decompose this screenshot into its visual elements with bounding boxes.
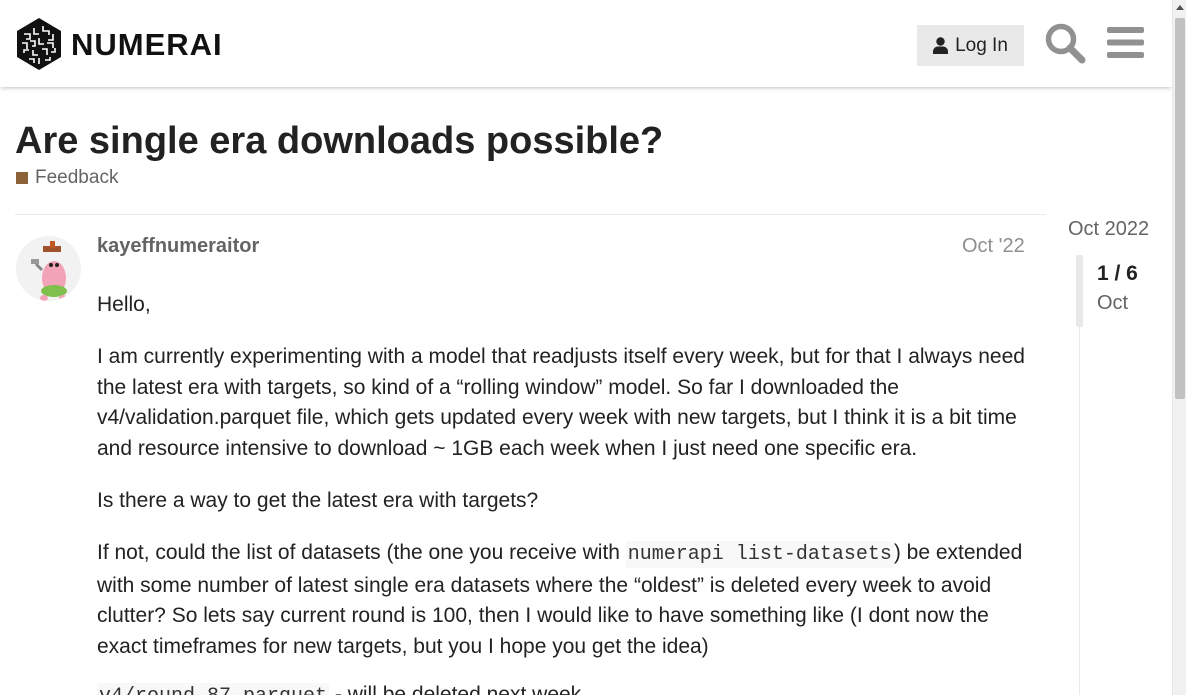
topic-title[interactable]: Are single era downloads possible?	[15, 120, 663, 163]
timeline-position: 1 / 6	[1097, 262, 1138, 285]
login-label: Log In	[955, 34, 1008, 56]
category-color-swatch	[16, 172, 28, 184]
scroll-up-arrow-icon[interactable]	[1176, 5, 1184, 10]
post-username[interactable]: kayeffnumeraitor	[97, 235, 259, 258]
post-paragraph: Is there a way to get the latest era wit…	[97, 489, 539, 512]
post-paragraph: I am currently experimenting with a mode…	[97, 345, 1025, 460]
logo-wordmark: NUMERAI	[71, 27, 223, 62]
avatar-image	[16, 236, 81, 301]
post-paragraph: Hello,	[97, 293, 151, 316]
category-label: Feedback	[35, 167, 119, 188]
scroll-thumb[interactable]	[1175, 18, 1185, 399]
search-icon[interactable]	[1044, 22, 1086, 64]
topic-divider	[15, 214, 1046, 215]
post-paragraph: If not, could the list of datasets (the …	[97, 538, 1037, 662]
login-button[interactable]: Log In	[917, 25, 1024, 66]
text-span: If not, could the list of datasets (the …	[97, 541, 626, 564]
inline-code: numerapi list-datasets	[625, 541, 894, 568]
post-paragraph: v4/round_87.parquet - will be deleted ne…	[97, 680, 581, 695]
category-badge[interactable]: Feedback	[16, 167, 118, 189]
site-logo[interactable]: NUMERAI	[15, 17, 223, 71]
text-span: - will be deleted next week	[329, 683, 582, 695]
hamburger-menu-icon[interactable]	[1107, 26, 1144, 59]
post-date[interactable]: Oct '22	[962, 235, 1025, 258]
page-scrollbar[interactable]	[1172, 0, 1186, 695]
topic-timeline[interactable]: Oct 2022 1 / 6 Oct	[1060, 212, 1170, 695]
site-header: NUMERAI Log In	[0, 0, 1172, 87]
timeline-handle[interactable]	[1076, 255, 1083, 327]
user-icon	[933, 37, 949, 54]
timeline-start-date[interactable]: Oct 2022	[1068, 218, 1149, 241]
timeline-current-date: Oct	[1097, 292, 1129, 314]
numerai-logo-icon	[17, 18, 61, 70]
avatar[interactable]	[16, 236, 81, 301]
inline-code: v4/round_87.parquet	[97, 683, 330, 695]
